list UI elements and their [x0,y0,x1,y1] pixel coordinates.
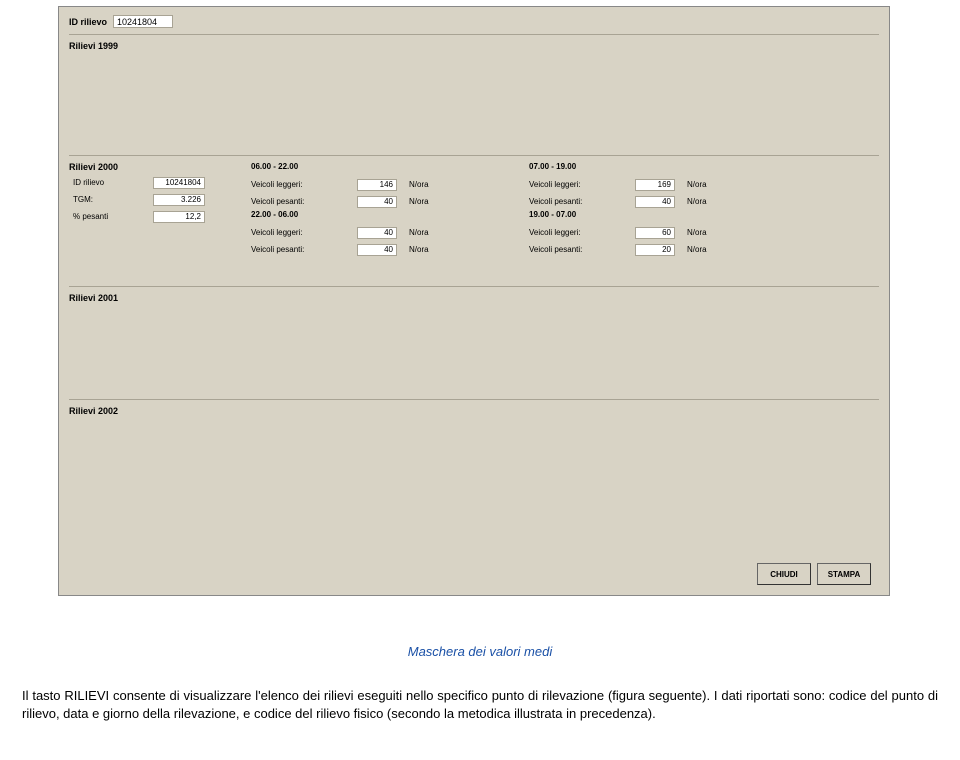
col-b-r3-label: Veicoli leggeri: [529,228,629,237]
col-b-r2-value[interactable] [635,196,675,208]
col-a-r2-value[interactable] [357,196,397,208]
col-b-r4-label: Veicoli pesanti: [529,245,629,254]
body-paragraph: Il tasto RILIEVI consente di visualizzar… [22,687,938,722]
col-b-r1-label: Veicoli leggeri: [529,180,629,189]
col-a-r4-value[interactable] [357,244,397,256]
left-pct-value[interactable] [153,211,205,223]
section-2001-title: Rilievi 2001 [69,293,879,303]
body-paragraph-text: Il tasto RILIEVI consente di visualizzar… [22,688,938,721]
left-id-label: ID rilievo [73,178,147,187]
left-column: ID rilievo TGM: % pesanti [73,174,243,225]
col-b-r2-unit: N/ora [687,197,717,206]
col-a-time1: 06.00 - 22.00 [251,162,521,176]
section-2000: Rilievi 2000 ID rilievo TGM: % pesanti 0… [69,155,879,280]
col-a-time2: 22.00 - 06.00 [251,210,521,224]
id-rilievo-label: ID rilievo [69,17,107,27]
stampa-button[interactable]: STAMPA [817,563,871,585]
column-a: 06.00 - 22.00 Veicoli leggeri: N/ora Vei… [251,162,521,258]
col-a-r1-value[interactable] [357,179,397,191]
id-rilievo-input[interactable] [113,15,173,28]
col-a-r3-label: Veicoli leggeri: [251,228,351,237]
section-2002-title: Rilievi 2002 [69,406,879,416]
col-a-r2-label: Veicoli pesanti: [251,197,351,206]
figure-caption: Maschera dei valori medi [0,644,960,659]
col-a-r2-unit: N/ora [409,197,439,206]
col-a-r3-unit: N/ora [409,228,439,237]
column-b: 07.00 - 19.00 Veicoli leggeri: N/ora Vei… [529,162,799,258]
button-bar: CHIUDI STAMPA [757,563,871,585]
col-b-time2: 19.00 - 07.00 [529,210,799,224]
col-b-r4-unit: N/ora [687,245,717,254]
left-pct-label: % pesanti [73,212,147,221]
col-b-r4-value[interactable] [635,244,675,256]
col-b-r3-value[interactable] [635,227,675,239]
left-id-value[interactable] [153,177,205,189]
section-1999-title: Rilievi 1999 [69,41,879,51]
col-a-r4-label: Veicoli pesanti: [251,245,351,254]
section-2001: Rilievi 2001 [69,286,879,393]
col-a-r1-unit: N/ora [409,180,439,189]
col-a-r4-unit: N/ora [409,245,439,254]
left-tgm-value[interactable] [153,194,205,206]
section-1999: Rilievi 1999 [69,34,879,149]
left-tgm-label: TGM: [73,195,147,204]
col-b-r2-label: Veicoli pesanti: [529,197,629,206]
col-b-r3-unit: N/ora [687,228,717,237]
col-b-r1-value[interactable] [635,179,675,191]
col-a-r1-label: Veicoli leggeri: [251,180,351,189]
col-a-r3-value[interactable] [357,227,397,239]
col-b-time1: 07.00 - 19.00 [529,162,799,176]
section-2002: Rilievi 2002 [69,399,879,546]
col-b-r1-unit: N/ora [687,180,717,189]
chiudi-button[interactable]: CHIUDI [757,563,811,585]
header-row: ID rilievo [69,15,879,28]
app-window: ID rilievo Rilievi 1999 Rilievi 2000 ID … [58,6,890,596]
